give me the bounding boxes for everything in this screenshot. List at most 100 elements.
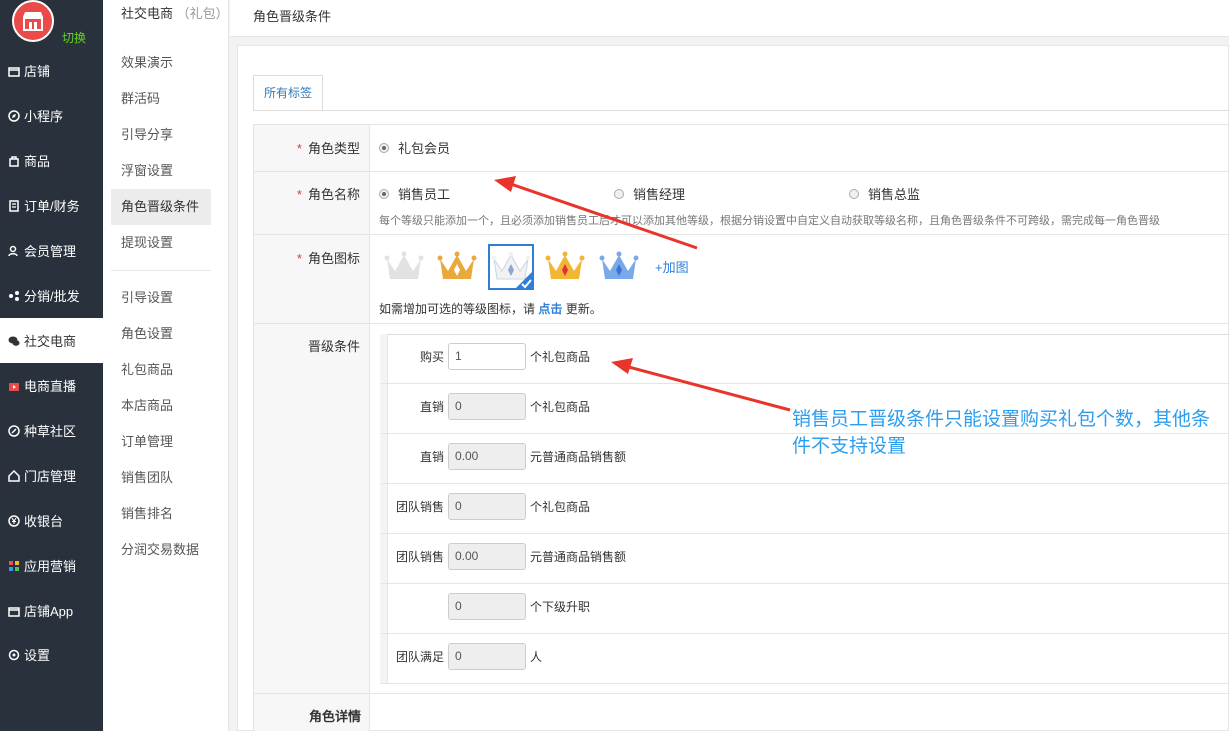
role-type-option: 礼包会员 (398, 141, 451, 156)
condition-label: 团队满足 (395, 650, 444, 664)
condition-unit: 人 (530, 650, 543, 664)
sidebar-item-0[interactable]: 店铺 (0, 48, 103, 93)
sub-nav-title-suffix: （礼包） (176, 6, 229, 21)
house-icon (7, 469, 20, 482)
share-icon (7, 289, 20, 302)
role-detail-label: 角色详情 (309, 709, 362, 724)
crown-icon-gold[interactable] (434, 244, 480, 290)
store-logo[interactable] (12, 0, 54, 42)
role-name-option-sales-director[interactable]: 销售总监 (849, 184, 920, 203)
upgrade-label: 晋级条件 (307, 339, 360, 354)
sub-nav-item[interactable]: 引导分享 (111, 117, 211, 153)
role-name-option-label: 销售总监 (868, 187, 921, 202)
apps-icon (7, 559, 20, 572)
condition-input[interactable]: 1 (448, 343, 526, 370)
role-type-radio[interactable]: 礼包会员 (379, 138, 450, 157)
crown-icon-white[interactable] (488, 244, 534, 290)
condition-input: 0.00 (448, 443, 526, 470)
role-name-option-sales-staff[interactable]: 销售员工 (379, 184, 450, 203)
role-name-hint: 每个等级只能添加一个，且必须添加销售员工后才可以添加其他等级，根据分销设置中自定… (379, 215, 1160, 227)
sidebar-item-7[interactable]: 电商直播 (0, 363, 103, 408)
sidebar-item-label: 会员管理 (24, 244, 77, 259)
live-icon (7, 379, 20, 392)
upgrade-condition-row: 团队满足 0 人 (381, 634, 1229, 684)
sidebar-item-12[interactable]: 店铺App (0, 588, 103, 633)
sub-nav-item[interactable]: 角色晋级条件 (111, 189, 211, 225)
sub-navigation: 社交电商 （礼包） 效果演示 群活码 引导分享 浮窗设置 角色晋级条件 提现设置引导设置角… (103, 0, 229, 731)
condition-input: 0 (448, 493, 526, 520)
condition-input: 0.00 (448, 543, 526, 570)
sidebar-item-1[interactable]: 小程序 (0, 93, 103, 138)
wechat-icon (7, 334, 20, 347)
crown-icon-silver[interactable] (381, 244, 427, 290)
condition-unit: 个礼包商品 (530, 350, 591, 364)
role-icon-label: * 角色图标 (296, 251, 360, 266)
condition-label: 团队销售 (395, 500, 444, 514)
condition-unit: 个下级升职 (530, 600, 591, 614)
sidebar-item-3[interactable]: 订单/财务 (0, 183, 103, 228)
sub-nav-title-text: 社交电商 (121, 6, 174, 21)
role-name-option-sales-manager[interactable]: 销售经理 (614, 184, 685, 203)
icon-note-prefix: 如需增加可选的等级图标，请 (379, 302, 536, 316)
condition-label: 团队销售 (395, 550, 444, 564)
row-divider (253, 234, 1229, 235)
condition-unit: 元普通商品销售额 (530, 450, 627, 464)
sub-nav-item[interactable]: 礼包商品 (111, 352, 211, 388)
sidebar-item-13[interactable]: 设置 (0, 632, 103, 677)
tab-all-tags[interactable]: 所有标签 (253, 75, 323, 111)
sub-nav-item[interactable]: 销售排名 (111, 496, 211, 532)
row-divider (253, 323, 1229, 324)
sub-nav-item[interactable]: 浮窗设置 (111, 153, 211, 189)
sidebar-item-label: 种草社区 (24, 424, 77, 439)
sub-nav-item[interactable]: 效果演示 (111, 45, 211, 81)
sub-nav-item[interactable]: 引导设置 (111, 280, 211, 316)
sidebar-item-5[interactable]: 分销/批发 (0, 273, 103, 318)
sub-nav-item[interactable]: 群活码 (111, 81, 211, 117)
icon-note-link[interactable]: 点击 (538, 302, 562, 316)
sidebar-item-label: 小程序 (24, 109, 64, 124)
upgrade-condition-row: 团队销售 0.00 元普通商品销售额 (381, 534, 1229, 584)
condition-label: 直销 (419, 400, 444, 414)
sidebar-item-2[interactable]: 商品 (0, 138, 103, 183)
sub-nav-item[interactable]: 角色设置 (111, 316, 211, 352)
upgrade-condition-row: 0 个下级升职 (381, 584, 1229, 634)
sidebar-item-label: 社交电商 (24, 334, 77, 349)
upgrade-condition-row: 购买 1 个礼包商品 (381, 334, 1229, 384)
bag-icon (7, 154, 20, 167)
sidebar-item-11[interactable]: 应用营销 (0, 543, 103, 588)
sub-nav-item[interactable]: 本店商品 (111, 388, 211, 424)
switch-link[interactable]: 切换 (62, 29, 86, 46)
role-name-option-label: 销售经理 (633, 187, 686, 202)
crown-icon-blue[interactable] (596, 244, 642, 290)
sidebar-item-label: 分销/批发 (24, 289, 80, 304)
app-icon (7, 604, 20, 617)
sub-nav-item[interactable]: 销售团队 (111, 460, 211, 496)
add-image-link[interactable]: +加图 (655, 257, 689, 276)
role-name-label: * 角色名称 (296, 187, 360, 202)
sidebar-item-4[interactable]: 会员管理 (0, 228, 103, 273)
tab-underline (253, 110, 1229, 111)
icon-note: 如需增加可选的等级图标，请 点击 更新。 (379, 300, 602, 317)
selected-check-icon (514, 270, 534, 290)
condition-label: 直销 (419, 450, 444, 464)
sub-nav-item[interactable]: 提现设置 (111, 225, 211, 261)
crown-icon-gold-red[interactable] (542, 244, 588, 290)
sidebar-item-6[interactable]: 社交电商 (0, 318, 103, 363)
sidebar-item-label: 商品 (24, 154, 51, 169)
condition-input: 0 (448, 643, 526, 670)
sub-nav-item[interactable]: 分润交易数据 (111, 532, 211, 568)
sub-nav-item[interactable]: 订单管理 (111, 424, 211, 460)
sidebar-item-label: 电商直播 (24, 379, 77, 394)
sidebar-item-9[interactable]: 门店管理 (0, 453, 103, 498)
condition-input: 0 (448, 593, 526, 620)
order-icon (7, 199, 20, 212)
row-divider (253, 693, 1229, 694)
sidebar-item-label: 收银台 (24, 514, 64, 529)
sidebar-item-10[interactable]: 收银台 (0, 498, 103, 543)
sidebar-item-8[interactable]: 种草社区 (0, 408, 103, 453)
store-icon (7, 64, 20, 77)
role-type-label: * 角色类型 (296, 141, 360, 156)
compass-icon (7, 109, 20, 122)
condition-label: 购买 (419, 350, 444, 364)
sidebar-item-label: 门店管理 (24, 469, 77, 484)
